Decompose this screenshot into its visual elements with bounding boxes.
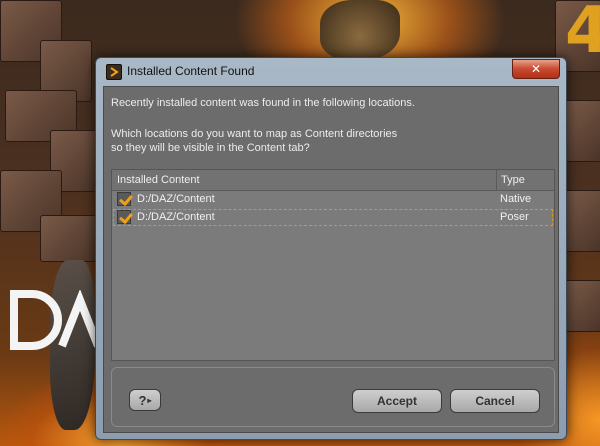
column-header-installed-content[interactable]: Installed Content xyxy=(117,174,200,186)
table-row-selected[interactable]: D:/DAZ/Content Poser xyxy=(113,209,553,226)
help-button[interactable]: ? ▸ xyxy=(129,389,161,411)
column-divider xyxy=(496,170,497,190)
daz-app-icon xyxy=(106,64,122,80)
dialog-content: Recently installed content was found in … xyxy=(103,86,559,433)
table-header: Installed Content Type xyxy=(112,170,554,191)
brick xyxy=(565,190,600,252)
message-line-2: Which locations do you want to map as Co… xyxy=(111,128,398,140)
content-table[interactable]: Installed Content Type D:/DAZ/Content Na… xyxy=(111,169,555,361)
brick xyxy=(565,280,600,332)
installed-content-dialog: Installed Content Found ✕ Recently insta… xyxy=(95,57,567,440)
column-header-type[interactable]: Type xyxy=(501,174,525,186)
logo-fragment: 4 xyxy=(565,0,600,68)
row-type: Poser xyxy=(500,211,529,223)
row-path: D:/DAZ/Content xyxy=(137,193,215,205)
title-bar[interactable]: Installed Content Found ✕ xyxy=(96,58,566,85)
row-checkbox[interactable] xyxy=(117,192,131,206)
brick xyxy=(565,100,600,162)
accept-button[interactable]: Accept xyxy=(352,389,442,413)
row-path: D:/DAZ/Content xyxy=(137,211,215,223)
row-type: Native xyxy=(500,193,532,205)
character-figure xyxy=(320,0,400,60)
table-row[interactable]: D:/DAZ/Content Native xyxy=(113,191,553,208)
brick xyxy=(40,215,97,262)
row-checkbox[interactable] xyxy=(117,210,131,224)
message-line-1: Recently installed content was found in … xyxy=(111,97,415,109)
cancel-button[interactable]: Cancel xyxy=(450,389,540,413)
help-icon: ? xyxy=(138,392,147,408)
arrow-icon: ▸ xyxy=(147,395,152,405)
close-icon: ✕ xyxy=(530,62,542,76)
button-panel: ? ▸ Accept Cancel xyxy=(111,367,555,427)
daz-logo xyxy=(10,290,100,350)
dialog-title: Installed Content Found xyxy=(127,64,255,78)
message-line-3: so they will be visible in the Content t… xyxy=(111,142,310,154)
close-button[interactable]: ✕ xyxy=(512,59,560,79)
